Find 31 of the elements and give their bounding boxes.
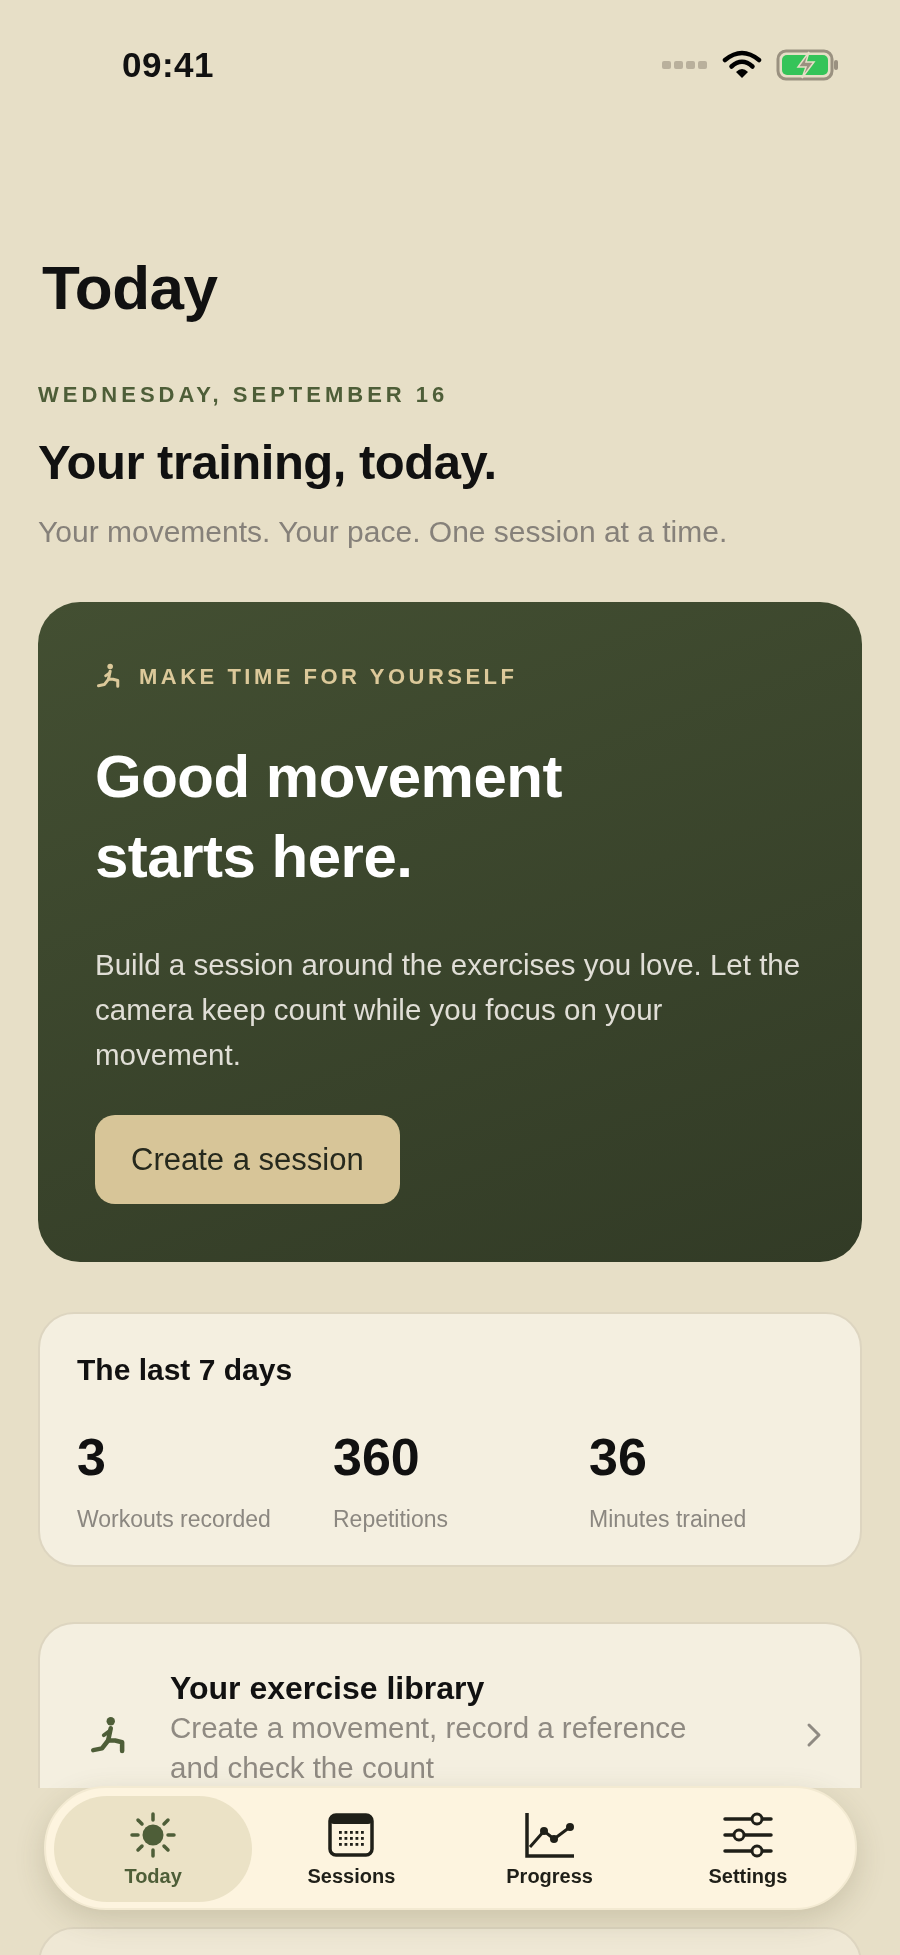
hero-headline: Good movement starts here. bbox=[95, 742, 563, 892]
card-description: Create a movement, record a reference and check the count bbox=[170, 1710, 688, 1786]
tab[interactable]: Settings bbox=[648, 1796, 847, 1902]
subtitle: Your movements. Your pace. One session at a time. bbox=[38, 514, 729, 550]
wifi-icon bbox=[722, 50, 762, 80]
stat-value: 360 bbox=[333, 1427, 421, 1488]
line-chart-icon bbox=[523, 1810, 576, 1859]
card-title: Your exercise library bbox=[170, 1669, 486, 1708]
stat-label: Workouts recorded bbox=[77, 1505, 272, 1534]
library-card[interactable]: Your exercise library Create a movement, record a reference and check the count bbox=[38, 1622, 862, 1788]
hero-description: Build a session around the exercises you love. Let the camera keep count while you focus on your movement. bbox=[95, 947, 802, 1073]
stat-label: Repetitions bbox=[333, 1505, 450, 1534]
battery-charging-icon bbox=[776, 49, 840, 81]
status-time: 09:41 bbox=[122, 45, 216, 85]
date-label: WEDNESDAY, SEPTEMBER 16 bbox=[38, 382, 450, 408]
section-heading: Your training, today. bbox=[38, 434, 498, 491]
calendar-icon bbox=[327, 1810, 376, 1859]
page-title: Today bbox=[41, 252, 219, 324]
stat-label: Minutes trained bbox=[589, 1505, 748, 1534]
create-session-button[interactable]: Create a session bbox=[95, 1115, 400, 1204]
tab[interactable]: Sessions bbox=[252, 1796, 451, 1902]
card-title: The last 7 days bbox=[77, 1352, 294, 1388]
chevron-right-icon bbox=[806, 1722, 822, 1748]
sun-icon bbox=[129, 1810, 178, 1859]
stat-value: 36 bbox=[589, 1427, 648, 1488]
sliders-icon bbox=[722, 1810, 773, 1859]
stat-value: 3 bbox=[77, 1427, 107, 1488]
tab[interactable]: Progress bbox=[450, 1796, 649, 1902]
signal-icon bbox=[662, 60, 708, 70]
eyebrow-label: MAKE TIME FOR YOURSELF bbox=[139, 664, 518, 690]
tab[interactable]: Today bbox=[54, 1796, 253, 1902]
